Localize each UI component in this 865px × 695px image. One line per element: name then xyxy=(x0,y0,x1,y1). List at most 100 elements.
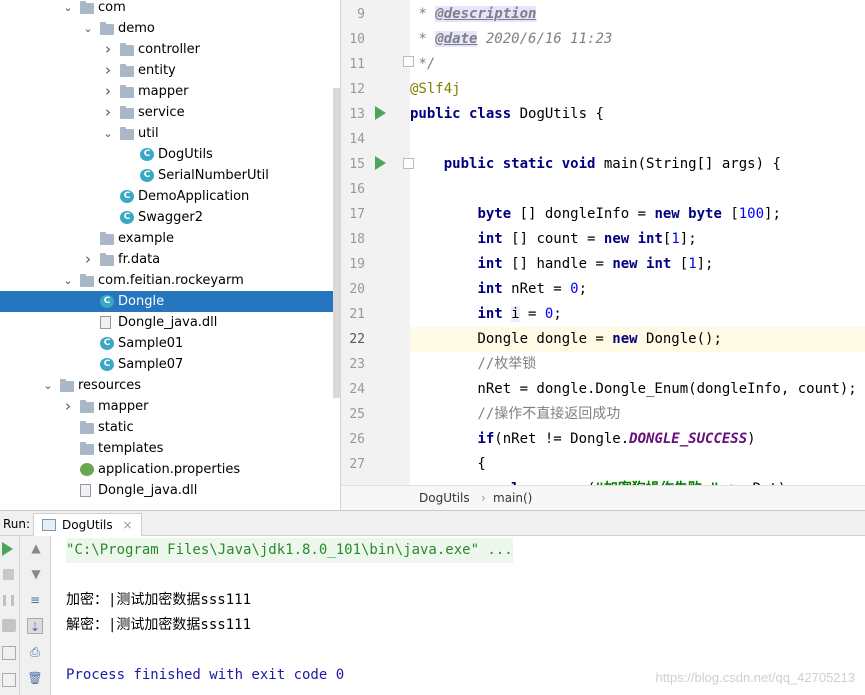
console-command-line[interactable]: "C:\Program Files\Java\jdk1.8.0_101\bin\… xyxy=(66,538,513,563)
camera-icon[interactable] xyxy=(2,619,16,632)
tree-item-label: static xyxy=(98,420,134,435)
folder-icon xyxy=(80,421,94,434)
line-number: 17 xyxy=(349,207,365,222)
chevron-right-icon[interactable]: › xyxy=(102,81,114,102)
line-number: 11 xyxy=(349,57,365,72)
tree-item-controller[interactable]: › controller xyxy=(0,39,340,60)
folder-icon xyxy=(120,106,134,119)
line-number: 15 xyxy=(349,157,365,172)
tree-item-dongle-java-dll[interactable]: Dongle_java.dll xyxy=(0,480,340,501)
file-icon xyxy=(100,316,111,329)
line-number: 18 xyxy=(349,232,365,247)
run-main-icon[interactable] xyxy=(375,156,386,170)
tree-item-label: DogUtils xyxy=(158,147,213,162)
chevron-down-icon[interactable]: ⌄ xyxy=(62,0,74,18)
project-tree-scrollbar[interactable] xyxy=(333,88,340,398)
tree-item-label: templates xyxy=(98,441,164,456)
java-class-icon: C xyxy=(120,190,134,203)
tree-item-sample01[interactable]: C Sample01 xyxy=(0,333,340,354)
folder-icon xyxy=(100,22,114,35)
run-class-icon[interactable] xyxy=(375,106,386,120)
line-number: 21 xyxy=(349,307,365,322)
chevron-down-icon[interactable]: ⌄ xyxy=(42,375,54,396)
soft-wrap-icon[interactable]: ≡ xyxy=(27,592,43,608)
chevron-down-icon[interactable]: ⌄ xyxy=(62,270,74,291)
arrow-up-icon[interactable]: ▲ xyxy=(28,540,44,556)
tree-item-label: demo xyxy=(118,21,155,36)
close-icon[interactable]: × xyxy=(122,518,132,532)
code-editor[interactable]: 9 10 11 12 13 14 15 16 17 18 19 20 21 22 23 24 25 26 27 * … xyxy=(341,0,865,510)
editor-breadcrumb: DogUtils › main() xyxy=(341,485,865,510)
trash-icon[interactable]: 🗑 xyxy=(27,670,43,686)
tree-item-example[interactable]: example xyxy=(0,228,340,249)
breadcrumb-class[interactable]: DogUtils xyxy=(419,486,470,510)
tree-item-label: application.properties xyxy=(98,462,241,477)
tree-item-swagger2[interactable]: C Swagger2 xyxy=(0,207,340,228)
line-number: 22 xyxy=(349,332,365,347)
code-line: //操作不直接返回成功 xyxy=(477,406,621,422)
folder-icon xyxy=(80,274,94,287)
code-line: byte [] dongleInfo = new byte [100]; xyxy=(477,206,781,222)
tree-item-dogutils[interactable]: C DogUtils xyxy=(0,144,340,165)
tree-item-entity[interactable]: › entity xyxy=(0,60,340,81)
console-output-line: 解密：|测试加密数据sss111 xyxy=(66,617,252,633)
folder-icon xyxy=(60,379,74,392)
run-config-icon xyxy=(42,519,56,531)
folder-icon xyxy=(120,43,134,56)
arrow-down-icon[interactable]: ▼ xyxy=(28,566,44,582)
pause-icon[interactable] xyxy=(3,595,14,606)
chevron-down-icon[interactable]: ⌄ xyxy=(82,18,94,39)
scroll-to-end-icon[interactable]: ⇣ xyxy=(27,618,43,634)
console-output-line: 加密：|测试加密数据sss111 xyxy=(66,592,252,608)
tree-item-label: Sample01 xyxy=(118,336,184,351)
line-number: 24 xyxy=(349,382,365,397)
tree-item-service[interactable]: › service xyxy=(0,102,340,123)
code-line: if(nRet != Dongle.DONGLE_SUCCESS) xyxy=(477,431,756,447)
tree-item-sample07[interactable]: C Sample07 xyxy=(0,354,340,375)
project-tree: ⌄ com ⌄ demo › controller › entity › mapper › servi… xyxy=(0,0,341,510)
chevron-right-icon[interactable]: › xyxy=(102,39,114,60)
tree-item-resources[interactable]: ⌄ resources xyxy=(0,375,340,396)
tree-item-label: entity xyxy=(138,63,176,78)
watermark: https://blog.csdn.net/qq_42705213 xyxy=(655,670,856,685)
chevron-right-icon[interactable]: › xyxy=(62,396,74,417)
stop-icon[interactable] xyxy=(3,569,14,580)
tree-item-templates[interactable]: templates xyxy=(0,438,340,459)
java-class-icon: C xyxy=(140,169,154,182)
chevron-right-icon[interactable]: › xyxy=(102,102,114,123)
tree-item-demo[interactable]: ⌄ demo xyxy=(0,18,340,39)
tree-item-mapper[interactable]: › mapper xyxy=(0,396,340,417)
run-toolwindow-header: Run: DogUtils × xyxy=(0,510,865,536)
tree-item-com[interactable]: ⌄ com xyxy=(0,0,340,18)
tree-item-application-properties[interactable]: application.properties xyxy=(0,459,340,480)
tree-item-com-feitian-rockeyarm[interactable]: ⌄ com.feitian.rockeyarm xyxy=(0,270,340,291)
tree-item-fr-data[interactable]: › fr.data xyxy=(0,249,340,270)
exit-icon[interactable] xyxy=(2,646,16,660)
run-tab-dogutils[interactable]: DogUtils × xyxy=(33,513,142,536)
tree-item-util[interactable]: ⌄ util xyxy=(0,123,340,144)
rerun-icon[interactable] xyxy=(2,542,13,556)
line-number: 26 xyxy=(349,432,365,447)
chevron-down-icon[interactable]: ⌄ xyxy=(102,123,114,144)
print-icon[interactable]: ⎙ xyxy=(27,644,43,660)
folder-icon xyxy=(80,442,94,455)
tree-item-label: fr.data xyxy=(118,252,161,267)
tree-item-dongle[interactable]: C Dongle xyxy=(0,291,340,312)
line-number: 25 xyxy=(349,407,365,422)
tree-item-demoapplication[interactable]: C DemoApplication xyxy=(0,186,340,207)
tree-item-mapper[interactable]: › mapper xyxy=(0,81,340,102)
code-line: public static void main(String[] args) { xyxy=(443,156,781,172)
code-line-current: Dongle dongle = new Dongle(); xyxy=(410,327,865,352)
line-number: 23 xyxy=(349,357,365,372)
line-number: 13 xyxy=(349,107,365,122)
chevron-right-icon[interactable]: › xyxy=(82,249,94,270)
pin-icon[interactable] xyxy=(2,673,16,687)
tree-item-static[interactable]: static xyxy=(0,417,340,438)
tree-item-serialnumberutil[interactable]: C SerialNumberUtil xyxy=(0,165,340,186)
tree-item-dongle-java-dll[interactable]: Dongle_java.dll xyxy=(0,312,340,333)
breadcrumb-method[interactable]: main() xyxy=(493,486,532,510)
chevron-right-icon[interactable]: › xyxy=(102,60,114,81)
folder-icon xyxy=(120,85,134,98)
tree-item-label: Swagger2 xyxy=(138,210,203,225)
